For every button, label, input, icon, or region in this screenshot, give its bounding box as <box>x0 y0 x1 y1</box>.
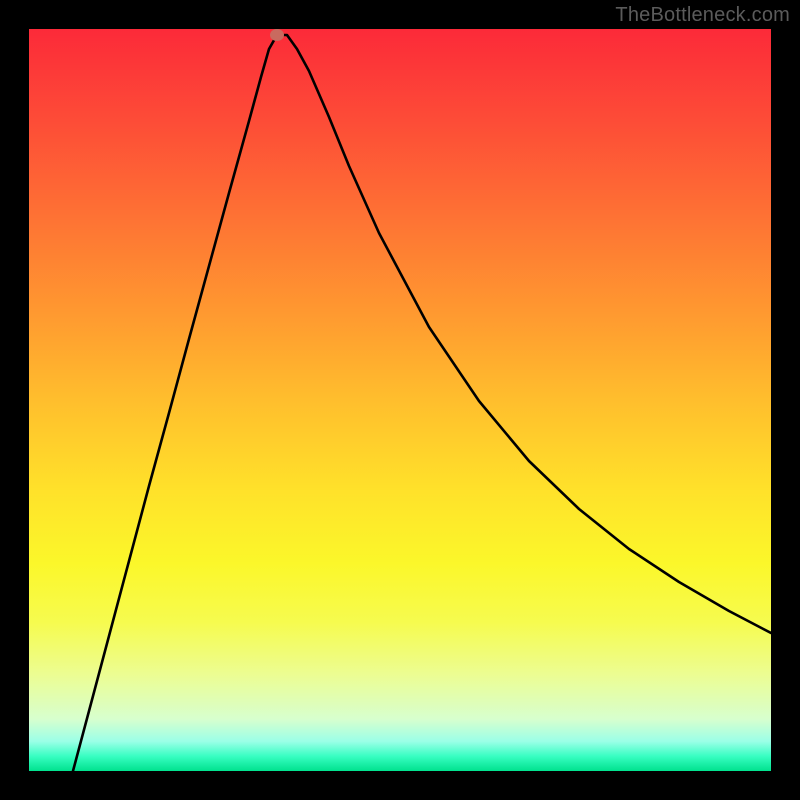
watermark-text: TheBottleneck.com <box>615 4 790 27</box>
vertex-marker <box>270 29 284 41</box>
bottleneck-curve <box>73 35 771 771</box>
chart-plot-area <box>29 29 771 771</box>
chart-curve-svg <box>29 29 771 771</box>
